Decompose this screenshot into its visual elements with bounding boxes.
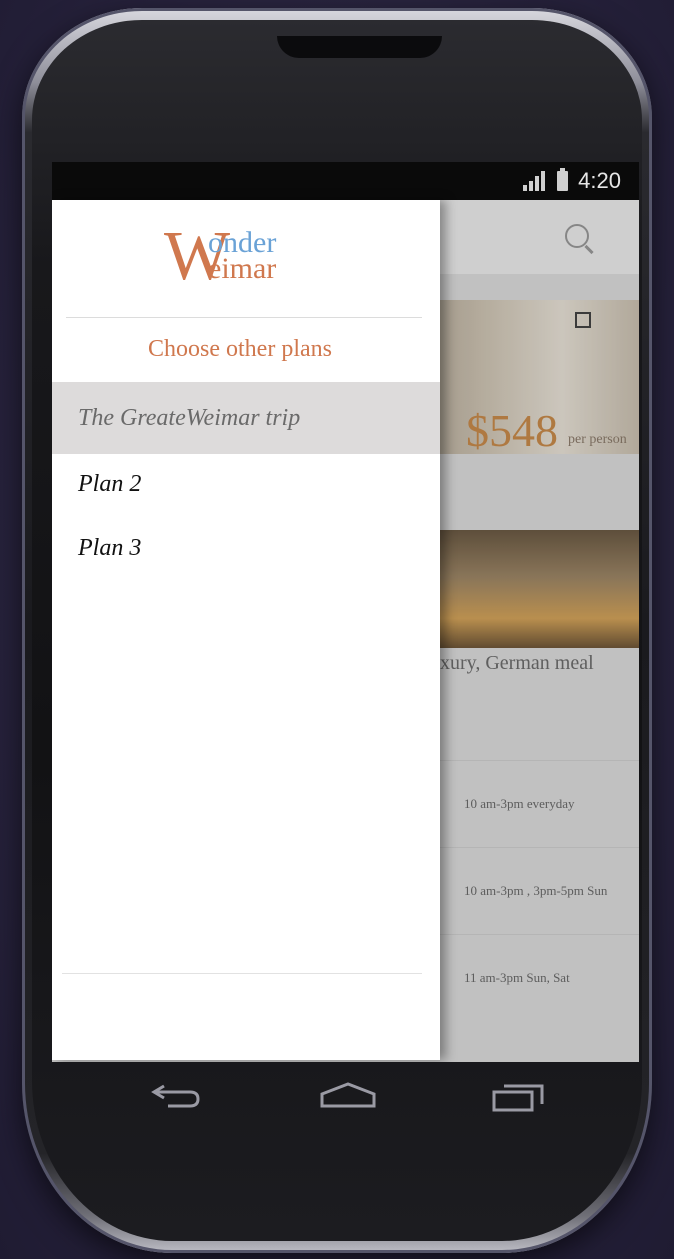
plan-item-plan-3[interactable]: Plan 3 — [52, 512, 440, 584]
drawer-divider — [66, 317, 422, 318]
signal-icon — [523, 171, 547, 191]
status-time: 4:20 — [578, 168, 621, 193]
recent-apps-icon[interactable] — [492, 1082, 544, 1112]
back-icon[interactable] — [150, 1078, 202, 1108]
plan-item-greate-weimar-trip[interactable]: The GreateWeimar trip — [52, 382, 440, 454]
plan-item-plan-2[interactable]: Plan 2 — [52, 448, 440, 520]
wonder-weimar-logo: W onder eimar — [164, 218, 277, 295]
phone-speaker — [277, 36, 442, 58]
status-bar: 4:20 — [52, 162, 639, 200]
drawer-subtitle: Choose other plans — [148, 336, 332, 362]
home-icon[interactable] — [318, 1080, 378, 1110]
drawer-footer-divider — [62, 973, 422, 974]
navigation-drawer: W onder eimar Choose other plans The Gre… — [52, 200, 440, 1060]
battery-icon — [557, 168, 569, 191]
screen: 4:20 $548 per person xury, German meal 1… — [52, 162, 639, 1062]
